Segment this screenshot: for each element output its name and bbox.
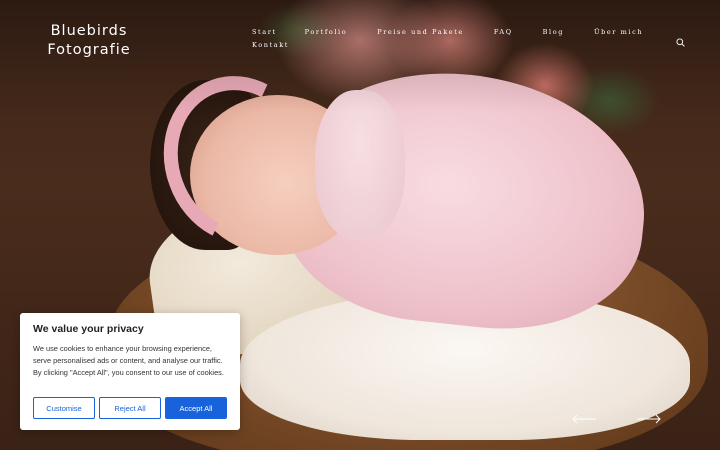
logo-line-2: Fotografie [47,42,131,58]
cookie-body: We use cookies to enhance your browsing … [33,344,224,377]
reject-all-button[interactable]: Reject All [99,397,161,419]
logo-line-1: Bluebirds [50,23,128,39]
nav-item-preise[interactable]: Preise und Pakete [377,28,464,41]
arrow-right-icon[interactable] [636,413,662,425]
customise-button[interactable]: Customise [33,397,95,419]
nav-item-faq[interactable]: FAQ [494,28,513,41]
nav-item-blog[interactable]: Blog [543,28,564,41]
cookie-banner: We value your privacy We use cookies to … [20,313,240,430]
nav-item-kontakt[interactable]: Kontakt [252,41,289,54]
accept-all-button[interactable]: Accept All [165,397,227,419]
main-nav: Start Portfolio Preise und Pakete FAQ Bl… [252,28,672,54]
search-icon[interactable] [676,38,685,47]
site-logo[interactable]: Bluebirds Fotografie [44,22,134,60]
arrow-left-icon[interactable] [571,413,597,425]
nav-item-portfolio[interactable]: Portfolio [305,28,348,41]
cookie-button-group: Customise Reject All Accept All [33,397,227,419]
nav-item-ueber-mich[interactable]: Über mich [594,28,643,41]
nav-item-start[interactable]: Start [252,28,277,41]
cookie-title: We value your privacy [33,323,144,335]
